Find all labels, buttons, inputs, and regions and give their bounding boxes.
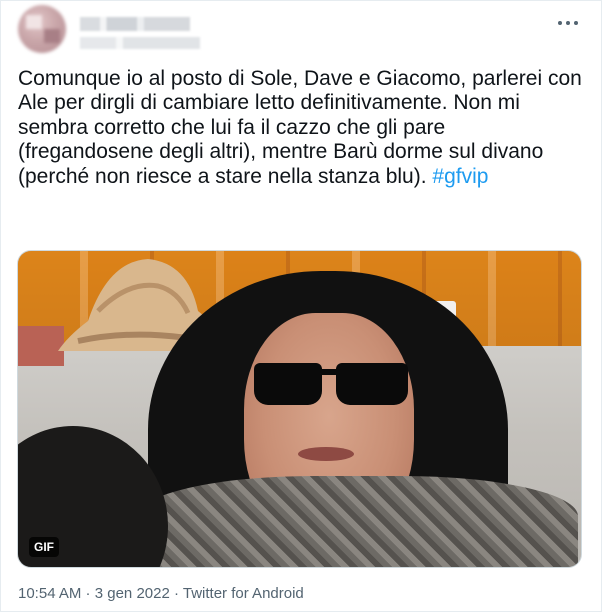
person-lips [298, 447, 354, 461]
author-handle-redacted[interactable] [80, 37, 200, 49]
sunglasses-right-lens [336, 363, 408, 405]
tweet-body: Comunque io al posto di Sole, Dave e Gia… [18, 67, 587, 188]
meta-separator-2: · [169, 585, 183, 602]
avatar[interactable] [18, 5, 66, 53]
sunglasses-bridge [318, 369, 340, 375]
more-horizontal-icon[interactable] [556, 13, 580, 33]
gif-media[interactable]: GIF [17, 250, 582, 568]
tweet-text: Comunque io al posto di Sole, Dave e Gia… [18, 67, 584, 189]
author-name-redacted[interactable] [80, 17, 190, 31]
tweet-meta: 10:54 AM · 3 gen 2022 · Twitter for Andr… [18, 584, 304, 604]
tweet-date[interactable]: 3 gen 2022 [95, 585, 170, 602]
person-coat [138, 476, 578, 567]
author-row [18, 5, 588, 57]
tweet-source[interactable]: Twitter for Android [183, 585, 304, 602]
tweet-card: Comunque io al posto di Sole, Dave e Gia… [0, 0, 602, 612]
tweet-time[interactable]: 10:54 AM [18, 585, 81, 602]
gif-badge: GIF [29, 537, 59, 557]
hashtag-link[interactable]: #gfvip [432, 165, 488, 188]
meta-separator: · [81, 585, 95, 602]
sunglasses-left-lens [254, 363, 322, 405]
